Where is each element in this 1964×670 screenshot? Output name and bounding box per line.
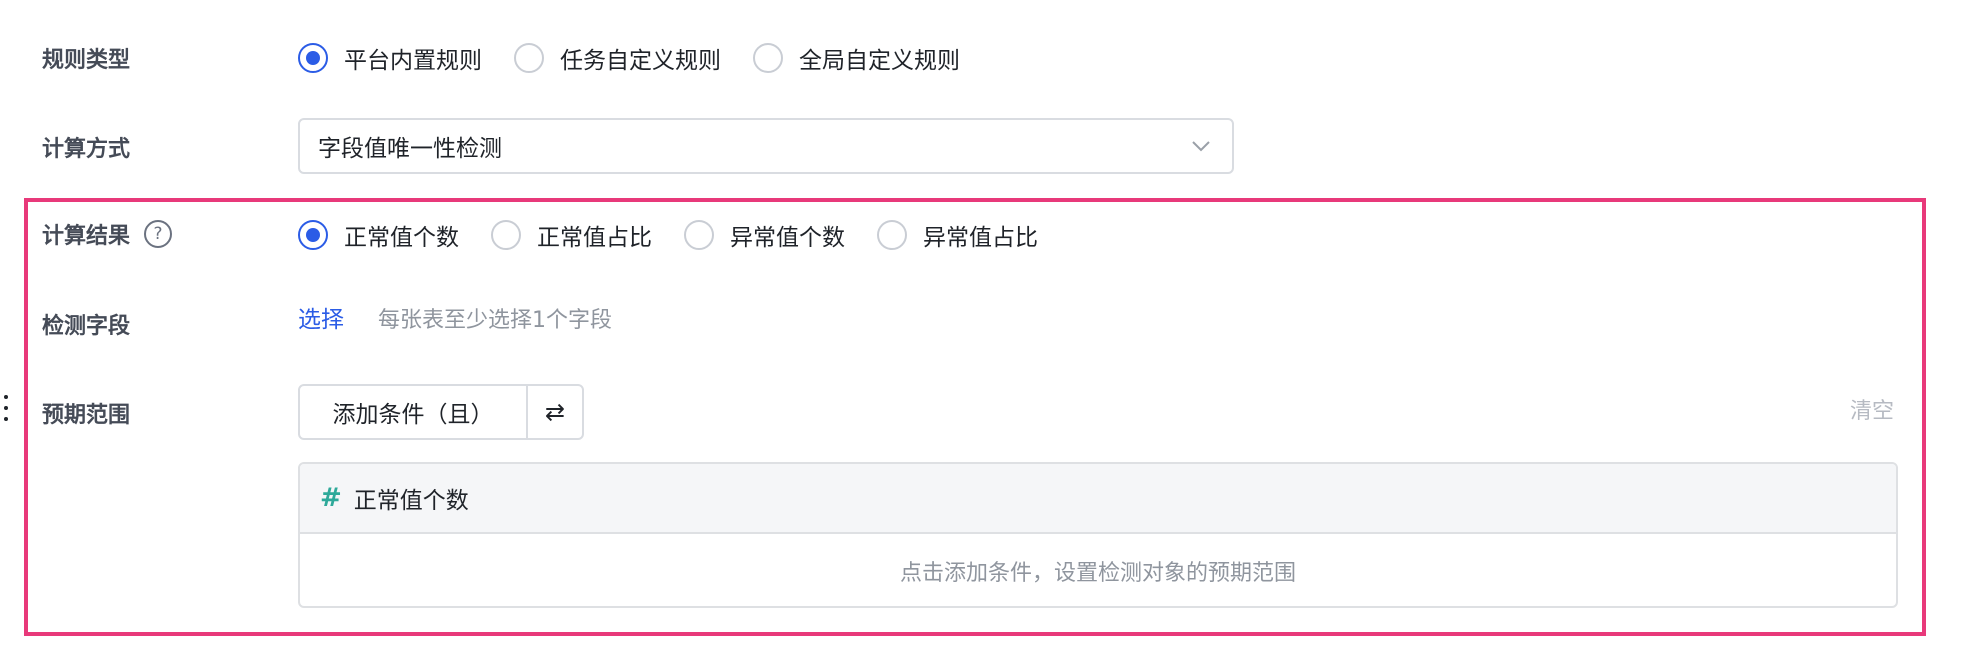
- clear-button[interactable]: 清空: [1850, 393, 1894, 425]
- radio-label: 正常值占比: [537, 225, 652, 251]
- radio-abnormal-ratio[interactable]: 异常值占比: [877, 218, 1038, 252]
- expected-range-label-text: 预期范围: [42, 403, 131, 428]
- add-condition-button[interactable]: 添加条件（且）: [300, 386, 528, 438]
- expected-range-label: 预期范围: [42, 397, 130, 429]
- radio-label: 任务自定义规则: [560, 48, 721, 74]
- rule-type-radio-group: 平台内置规则 任务自定义规则 全局自定义规则: [298, 41, 992, 75]
- radio-global-custom[interactable]: 全局自定义规则: [753, 41, 960, 75]
- calc-method-label: 计算方式: [42, 131, 130, 163]
- radio-label: 异常值占比: [923, 225, 1038, 251]
- calc-method-value: 字段值唯一性检测: [318, 136, 502, 162]
- radio-label: 正常值个数: [344, 225, 459, 251]
- select-field-link[interactable]: 选择: [298, 300, 344, 334]
- rule-type-label-text: 规则类型: [42, 48, 131, 73]
- swap-arrows-icon[interactable]: ⇄: [528, 386, 582, 438]
- detect-field-label: 检测字段: [42, 308, 130, 340]
- radio-task-custom[interactable]: 任务自定义规则: [514, 41, 721, 75]
- detect-field-hint: 每张表至少选择1个字段: [378, 308, 612, 333]
- calc-method-select[interactable]: 字段值唯一性检测: [298, 118, 1234, 174]
- question-glyph: ?: [153, 223, 163, 244]
- radio-checked-icon: [298, 43, 328, 73]
- radio-checked-icon: [298, 220, 328, 250]
- condition-card-empty-hint[interactable]: 点击添加条件，设置检测对象的预期范围: [300, 534, 1896, 606]
- drag-handle-icon[interactable]: [2, 392, 10, 424]
- rule-config-form: 规则类型 平台内置规则 任务自定义规则 全局自定义规则 计算方式 字段值唯一性检…: [0, 0, 1964, 670]
- radio-normal-ratio[interactable]: 正常值占比: [491, 218, 652, 252]
- calc-result-label: 计算结果 ?: [42, 218, 173, 250]
- condition-card-title: 正常值个数: [353, 488, 469, 514]
- radio-platform-builtin[interactable]: 平台内置规则: [298, 41, 482, 75]
- detect-field-label-text: 检测字段: [42, 314, 131, 339]
- hash-icon: #: [320, 483, 342, 513]
- radio-normal-count[interactable]: 正常值个数: [298, 218, 459, 252]
- condition-card-header: # 正常值个数: [300, 464, 1896, 534]
- condition-button-group: 添加条件（且） ⇄: [298, 384, 584, 440]
- radio-unchecked-icon: [753, 43, 783, 73]
- radio-label: 平台内置规则: [344, 48, 482, 74]
- calc-result-label-text: 计算结果: [42, 224, 131, 249]
- radio-unchecked-icon: [491, 220, 521, 250]
- calc-result-radio-group: 正常值个数 正常值占比 异常值个数 异常值占比: [298, 218, 1070, 252]
- radio-unchecked-icon: [514, 43, 544, 73]
- calc-method-label-text: 计算方式: [42, 137, 131, 162]
- radio-label: 全局自定义规则: [799, 48, 960, 74]
- radio-unchecked-icon: [684, 220, 714, 250]
- swap-glyph: ⇄: [544, 398, 566, 426]
- radio-unchecked-icon: [877, 220, 907, 250]
- question-circle-icon[interactable]: ?: [144, 220, 173, 248]
- radio-abnormal-count[interactable]: 异常值个数: [684, 218, 845, 252]
- radio-label: 异常值个数: [730, 225, 845, 251]
- rule-type-label: 规则类型: [42, 42, 130, 74]
- chevron-down-icon: [1192, 141, 1210, 152]
- condition-card: # 正常值个数 点击添加条件，设置检测对象的预期范围: [298, 462, 1898, 608]
